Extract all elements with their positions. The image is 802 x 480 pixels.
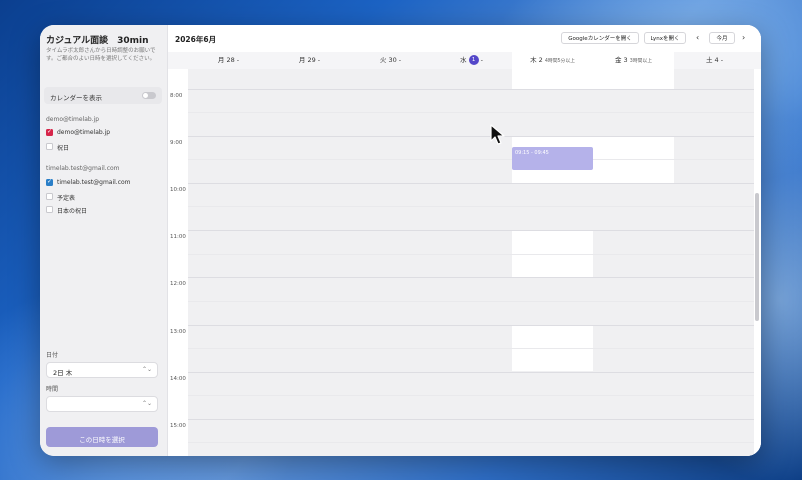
half-hour-line [188,301,754,302]
vertical-scrollbar[interactable] [755,193,759,321]
checkbox[interactable] [46,143,53,150]
calendar-toolbar: 2026年6月 Googleカレンダーを開く Lynxを開く ‹ 今月 › [168,25,761,52]
half-hour-line [188,112,754,113]
hour-line [188,183,754,184]
half-hour-line [188,442,754,443]
hour-line [188,89,754,90]
calendar-label: 予定表 [57,195,76,202]
checkbox-checked[interactable]: ✓ [46,178,53,186]
time-label: 12:00 [170,281,186,287]
event-time: 09:15 - 09:45 [515,150,549,156]
meeting-description: タイムラボ太郎さんから日時調整のお願いです。ご都合のよい日時を選択してください。 [46,48,156,62]
calendar-main: 2026年6月 Googleカレンダーを開く Lynxを開く ‹ 今月 › 月 … [168,25,761,456]
open-google-calendar-button[interactable]: Googleカレンダーを開く [561,32,639,44]
account-email: demo@timelab.jp [46,116,100,123]
availability-note: 3時間以上 [629,59,653,64]
hour-line [188,419,754,420]
meeting-title: カジュアル面談 30min [46,36,149,46]
selected-time-event[interactable]: 09:15 - 09:45 [512,147,593,170]
today-button[interactable]: 今月 [709,32,735,44]
day-columns [188,69,754,456]
half-hour-line [188,206,754,207]
open-lynx-button[interactable]: Lynxを開く [644,32,686,44]
time-select[interactable]: ⌃⌄ [46,396,158,412]
day-label: 木 2 [530,56,543,64]
calendar-label: 日本の祝日 [57,208,88,215]
sidebar: カジュアル面談 30min タイムラボ太郎さんから日時調整のお願いです。ご都合の… [40,25,168,456]
show-calendar-row[interactable]: カレンダーを表示 [44,87,162,104]
hour-line [188,325,754,326]
date-label: 日付 [46,352,59,359]
checkbox[interactable] [46,193,53,200]
show-calendar-label: カレンダーを表示 [50,94,102,102]
time-gutter [168,69,188,456]
day-header[interactable]: 金 3 3時間以上 [593,52,674,69]
available-slot[interactable] [593,69,674,89]
calendar-label: demo@timelab.jp [57,129,111,136]
day-header-row: 月 28 - 月 29 - 火 30 - 水 1 - 木 2 4時間5分以上 金… [168,52,761,70]
today-badge: 1 [468,55,479,65]
time-label: 14:00 [170,376,186,382]
time-label: 10:00 [170,187,186,193]
day-label: 水 [460,56,467,64]
time-grid: 8:00 9:00 10:00 11:00 12:00 13:00 14:00 … [168,69,761,456]
calendar-label: 祝日 [57,145,70,152]
half-hour-line [188,348,754,349]
select-datetime-label: この日時を選択 [79,436,125,444]
time-label: 13:00 [170,329,186,335]
day-suffix: - [478,56,483,64]
date-value: 2日 木 [53,369,73,377]
select-datetime-button[interactable]: この日時を選択 [46,427,158,447]
day-header[interactable]: 火 30 - [350,52,431,69]
checkbox-checked[interactable]: ✓ [46,128,53,136]
time-label: 11:00 [170,234,186,240]
half-hour-line [188,395,754,396]
day-header[interactable]: 木 2 4時間5分以上 [512,52,593,69]
hour-line [188,136,754,137]
chevron-updown-icon: ⌃⌄ [141,400,152,407]
toggle-knob [143,93,148,98]
date-select[interactable]: 2日 木 ⌃⌄ [46,362,158,378]
half-hour-line [188,159,754,160]
day-header[interactable]: 土 4 - [674,52,755,69]
mouse-pointer-icon [490,124,505,145]
scheduler-window: カジュアル面談 30min タイムラボ太郎さんから日時調整のお願いです。ご都合の… [40,25,761,456]
hour-line [188,230,754,231]
hour-line [188,277,754,278]
day-header[interactable]: 月 28 - [188,52,269,69]
day-label: 月 28 - [217,56,240,64]
account-email: timelab.test@gmail.com [46,165,120,172]
chevron-updown-icon: ⌃⌄ [141,366,152,373]
checkbox[interactable] [46,206,53,213]
time-label: 15:00 [170,423,186,429]
check-icon: ✓ [47,178,53,185]
availability-note: 4時間5分以上 [544,59,575,64]
day-label: 火 30 - [379,56,402,64]
day-label: 土 4 - [705,56,724,64]
month-title: 2026年6月 [175,35,217,44]
chevron-right-icon[interactable]: › [742,33,745,42]
calendar-label: timelab.test@gmail.com [57,179,131,186]
day-label: 月 29 - [298,56,321,64]
hour-line [188,372,754,373]
time-label: 8:00 [170,93,183,99]
available-slot[interactable] [512,69,593,89]
chevron-left-icon[interactable]: ‹ [696,33,699,42]
show-calendar-toggle[interactable] [142,92,156,99]
half-hour-line [188,254,754,255]
day-label: 金 3 [614,56,628,64]
time-label: 9:00 [170,140,183,146]
day-header-today[interactable]: 水 1 - [431,52,512,69]
day-header[interactable]: 月 29 - [269,52,350,69]
time-label: 時間 [46,386,59,393]
check-icon: ✓ [47,128,53,135]
